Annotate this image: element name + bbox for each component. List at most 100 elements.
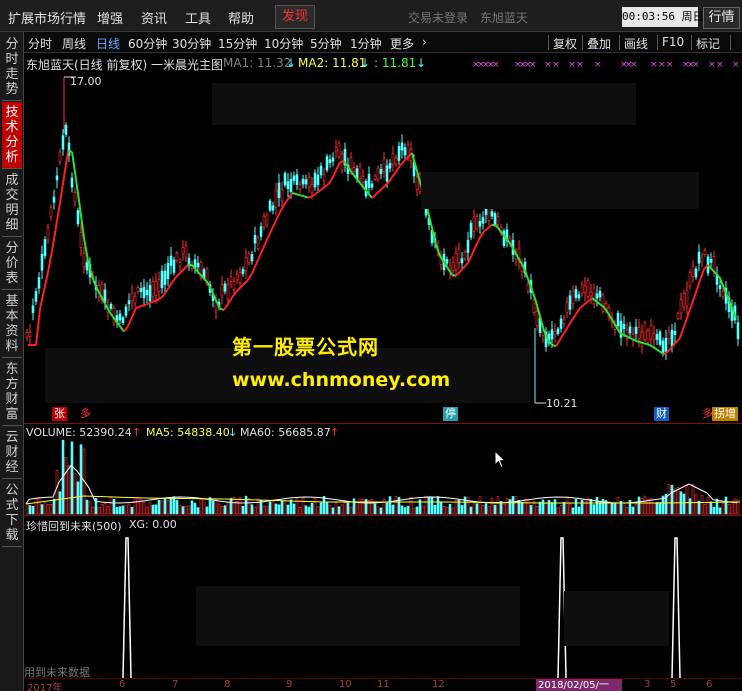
menu-item[interactable]: 帮助 xyxy=(228,8,254,27)
candle-body xyxy=(619,320,623,338)
left-tab[interactable]: 分时走势 xyxy=(2,34,22,100)
candle-body xyxy=(637,327,641,339)
candle-body xyxy=(223,283,227,292)
ma-segment xyxy=(251,264,257,274)
left-tab[interactable]: 云财经 xyxy=(2,427,22,478)
candle-body xyxy=(403,147,407,156)
volume-bar xyxy=(40,504,44,515)
candle-body xyxy=(640,331,644,347)
volume-bar xyxy=(349,506,353,515)
candle-body xyxy=(238,272,242,284)
volume-bar xyxy=(511,496,515,515)
ma-segment xyxy=(271,220,277,230)
candle-body xyxy=(160,270,164,289)
menu-item[interactable]: 扩展市场行情 xyxy=(8,8,86,27)
candle-body xyxy=(157,279,161,292)
volume-bar xyxy=(289,499,293,515)
market-button[interactable]: 行情 xyxy=(703,7,740,29)
left-tab[interactable]: 技术分析 xyxy=(2,102,22,168)
signal-marker-icon: × xyxy=(666,60,674,70)
volume-bar xyxy=(154,504,158,515)
ma-segment xyxy=(479,230,485,238)
ma-segment xyxy=(335,161,341,171)
period-tab[interactable]: 分时 xyxy=(28,35,52,52)
ma-segment xyxy=(699,268,705,281)
period-tab[interactable]: 10分钟 xyxy=(264,35,303,52)
left-tab[interactable]: 成交明细 xyxy=(2,170,22,236)
volume-ma5-arrow-icon: ↓ xyxy=(228,426,238,439)
volume-chart-panel[interactable]: VOLUME: 52390.24 ↑ MA5: 54838.40 ↓ MA60:… xyxy=(24,423,742,515)
candle-body xyxy=(454,253,458,270)
toolbar-button[interactable]: F10 xyxy=(662,35,684,49)
period-tab[interactable]: 5分钟 xyxy=(310,35,342,52)
toolbar-button[interactable]: 标记 xyxy=(696,35,720,52)
volume-bar xyxy=(280,500,284,515)
left-tab[interactable]: 基本资料 xyxy=(2,291,22,357)
event-badge-bull[interactable]: 多 xyxy=(78,407,93,421)
toolbar-button[interactable]: 画线 xyxy=(624,35,648,52)
volume-bar xyxy=(277,504,281,515)
volume-bar xyxy=(694,494,698,515)
menu-discover-button[interactable]: 发现 xyxy=(275,5,315,29)
candle-body xyxy=(73,192,77,203)
period-tab[interactable]: 1分钟 xyxy=(350,35,382,52)
left-tab[interactable]: 东方财富 xyxy=(2,359,22,425)
volume-bar xyxy=(118,506,122,515)
left-tab[interactable]: 分价表 xyxy=(2,238,22,289)
volume-bar xyxy=(460,505,464,515)
ma-segment xyxy=(311,192,317,198)
signal-marker-icon: × xyxy=(568,60,576,70)
high-price-label: 17.00 xyxy=(70,75,102,88)
candle-body xyxy=(310,183,314,193)
volume-bar xyxy=(52,498,56,515)
event-badge-turn[interactable]: 拐增 xyxy=(712,407,738,421)
candle-body xyxy=(367,173,371,189)
indicator-chart-panel[interactable]: 珍惜回到未来(500) XG: 0.00 xyxy=(24,515,742,679)
volume-bar xyxy=(607,501,611,515)
period-tab[interactable]: 更多 xyxy=(390,35,414,52)
volume-bar xyxy=(667,483,671,515)
volume-bar xyxy=(403,507,407,515)
candle-body xyxy=(721,290,725,297)
candle-body xyxy=(658,331,662,345)
tab-separator xyxy=(2,236,22,237)
candle-body xyxy=(289,178,293,193)
event-badge-finance[interactable]: 财 xyxy=(654,407,669,421)
volume-bar xyxy=(706,496,710,515)
menu-item[interactable]: 增强 xyxy=(97,8,123,27)
menu-item[interactable]: 工具 xyxy=(185,8,211,27)
toolbar-button[interactable]: 复权 xyxy=(553,35,577,52)
volume-bar xyxy=(703,504,707,515)
volume-bar xyxy=(523,498,527,515)
candle-body xyxy=(700,257,704,263)
volume-bar xyxy=(727,504,731,515)
login-status[interactable]: 交易未登录 xyxy=(408,9,468,26)
toolbar-button[interactable]: 叠加 xyxy=(587,35,611,52)
event-badge-rise[interactable]: 张 xyxy=(52,407,67,421)
ma-segment xyxy=(475,236,481,247)
ma-segment xyxy=(147,301,153,305)
volume-bar xyxy=(502,503,506,515)
volume-bar xyxy=(46,504,50,515)
period-tab[interactable]: 周线 xyxy=(62,35,86,52)
volume-bar xyxy=(553,499,557,515)
candle-body xyxy=(490,211,494,217)
ma-segment xyxy=(467,254,473,264)
period-tab[interactable]: 15分钟 xyxy=(218,35,257,52)
candle-body xyxy=(232,281,236,290)
menu-item[interactable]: 资讯 xyxy=(141,8,167,27)
event-badge-suspend[interactable]: 停 xyxy=(443,407,458,421)
candle-body xyxy=(532,299,536,313)
volume-bar xyxy=(484,503,488,515)
period-tab[interactable]: 30分钟 xyxy=(172,35,211,52)
candle-body xyxy=(235,274,239,280)
chevron-right-icon[interactable]: › xyxy=(422,35,427,49)
period-tab[interactable]: 60分钟 xyxy=(128,35,167,52)
volume-bar xyxy=(229,498,233,515)
candle-body xyxy=(445,259,449,264)
ma-segment xyxy=(455,270,461,277)
period-tab[interactable]: 日线 xyxy=(96,35,120,52)
ma2-value: MA2: 11.81 xyxy=(298,56,367,70)
left-tab[interactable]: 公式下载 xyxy=(2,480,22,546)
ma-segment xyxy=(463,262,469,268)
